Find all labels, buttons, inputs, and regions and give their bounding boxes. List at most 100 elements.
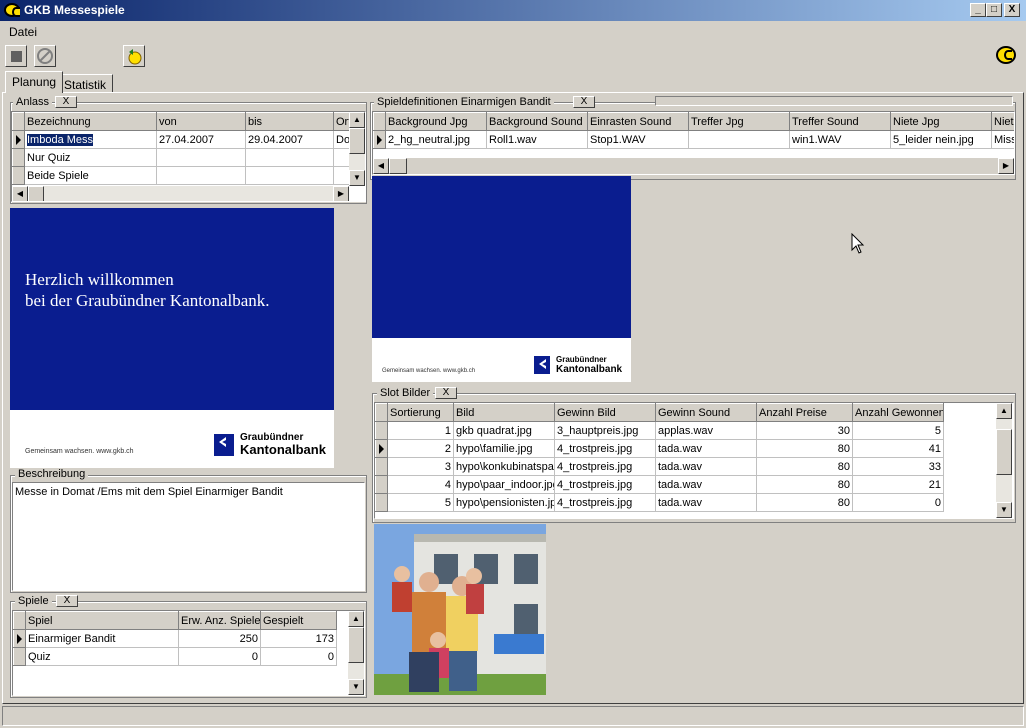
col-niete-jpg[interactable]: Niete Jpg (890, 112, 992, 131)
refresh-button[interactable] (123, 45, 145, 67)
cell-bezeichnung[interactable]: Beide Spiele (24, 166, 157, 185)
row-indicator[interactable] (12, 130, 25, 149)
scroll-down-button[interactable]: ▼ (348, 679, 364, 695)
cell[interactable]: win1.WAV (789, 130, 891, 149)
col-treffer-jpg[interactable]: Treffer Jpg (688, 112, 790, 131)
table-row[interactable]: Beide Spiele (12, 166, 365, 185)
cell-gewinn-sound[interactable]: tada.wav (655, 439, 757, 458)
cell-gewinn-sound[interactable]: tada.wav (655, 493, 757, 512)
col-anzahl-preise[interactable]: Anzahl Preise (756, 403, 853, 422)
col-spiel[interactable]: Spiel (25, 611, 179, 630)
row-indicator[interactable] (375, 475, 388, 494)
anlass-vscroll[interactable]: ▲ ▼ (349, 112, 365, 186)
cell-gespielt[interactable]: 173 (260, 629, 337, 648)
spieldef-close-button[interactable]: X (573, 96, 595, 108)
cell-gewinn-bild[interactable]: 4_trostpreis.jpg (554, 457, 656, 476)
table-row[interactable]: Quiz 0 0 (13, 647, 337, 666)
row-indicator[interactable] (375, 493, 388, 512)
table-row[interactable]: 3 hypo\konkubinatspa 4_trostpreis.jpg ta… (375, 457, 944, 476)
tab-statistik[interactable]: Statistik (57, 74, 114, 94)
cell-von[interactable] (156, 166, 246, 185)
row-indicator[interactable] (375, 421, 388, 440)
table-row[interactable]: 4 hypo\paar_indoor.jpg 4_trostpreis.jpg … (375, 475, 944, 494)
table-row[interactable]: Einarmiger Bandit 250 173 (13, 629, 337, 648)
row-indicator[interactable] (12, 148, 25, 167)
cell-sortierung[interactable]: 5 (387, 493, 454, 512)
row-indicator[interactable] (13, 629, 26, 648)
cell-von[interactable]: 27.04.2007 (156, 130, 246, 149)
cell-gewinn-sound[interactable]: tada.wav (655, 475, 757, 494)
col-bild[interactable]: Bild (453, 403, 555, 422)
col-treffer-sound[interactable]: Treffer Sound (789, 112, 891, 131)
cell-gewinn-sound[interactable]: tada.wav (655, 457, 757, 476)
stop-button[interactable] (5, 45, 27, 67)
cell-bild[interactable]: hypo\pensionisten.jpg (453, 493, 555, 512)
row-indicator[interactable] (13, 647, 26, 666)
cell[interactable]: 2_hg_neutral.jpg (385, 130, 487, 149)
cell-anzahl-gewonnen[interactable]: 21 (852, 475, 944, 494)
minimize-button[interactable]: _ (970, 3, 986, 17)
cell-bis[interactable]: 29.04.2007 (245, 130, 334, 149)
scroll-thumb[interactable] (996, 429, 1012, 475)
cell-erw[interactable]: 0 (178, 647, 261, 666)
cell-anzahl-preise[interactable]: 30 (756, 421, 853, 440)
cell-bis[interactable] (245, 148, 334, 167)
cell-bis[interactable] (245, 166, 334, 185)
scroll-thumb[interactable] (389, 158, 407, 174)
col-anzahl-gewonnen[interactable]: Anzahl Gewonnen (852, 403, 944, 422)
scroll-thumb[interactable] (28, 186, 44, 201)
cell-gewinn-bild[interactable]: 4_trostpreis.jpg (554, 493, 656, 512)
cell-spiel[interactable]: Einarmiger Bandit (25, 629, 179, 648)
cell-anzahl-preise[interactable]: 80 (756, 439, 853, 458)
col-einrasten-sound[interactable]: Einrasten Sound (587, 112, 689, 131)
anlass-hscroll[interactable]: ◀ ▶ (12, 186, 349, 201)
spiele-vscroll[interactable]: ▲ ▼ (348, 611, 364, 695)
col-erw-anz-spiele[interactable]: Erw. Anz. Spiele (178, 611, 261, 630)
cell-sortierung[interactable]: 2 (387, 439, 454, 458)
cell-von[interactable] (156, 148, 246, 167)
col-bis[interactable]: bis (245, 112, 334, 131)
row-indicator[interactable] (12, 166, 25, 185)
scroll-left-button[interactable]: ◀ (373, 158, 389, 174)
col-von[interactable]: von (156, 112, 246, 131)
scroll-down-button[interactable]: ▼ (996, 502, 1012, 518)
cell[interactable] (688, 130, 790, 149)
cell-gewinn-sound[interactable]: applas.wav (655, 421, 757, 440)
scroll-left-button[interactable]: ◀ (12, 186, 28, 201)
cell-bezeichnung[interactable]: Imboda Mess (24, 130, 157, 149)
col-background-sound[interactable]: Background Sound (486, 112, 588, 131)
cell-erw[interactable]: 250 (178, 629, 261, 648)
col-sortierung[interactable]: Sortierung (387, 403, 454, 422)
table-row[interactable]: Nur Quiz (12, 148, 365, 167)
maximize-button[interactable]: □ (986, 3, 1002, 17)
cell-anzahl-preise[interactable]: 80 (756, 493, 853, 512)
menu-datei[interactable]: Datei (9, 25, 37, 39)
col-gewinn-sound[interactable]: Gewinn Sound (655, 403, 757, 422)
cell-bezeichnung[interactable]: Nur Quiz (24, 148, 157, 167)
scroll-right-button[interactable]: ▶ (333, 186, 349, 201)
row-indicator[interactable] (375, 439, 388, 458)
cell-sortierung[interactable]: 3 (387, 457, 454, 476)
cell-spiel[interactable]: Quiz (25, 647, 179, 666)
col-bezeichnung[interactable]: Bezeichnung (24, 112, 157, 131)
cell[interactable]: Stop1.WAV (587, 130, 689, 149)
table-row[interactable]: 2 hypo\familie.jpg 4_trostpreis.jpg tada… (375, 439, 944, 458)
scroll-thumb[interactable] (349, 128, 365, 154)
table-row[interactable]: 2_hg_neutral.jpg Roll1.wav Stop1.WAV win… (373, 130, 1014, 149)
cell-gewinn-bild[interactable]: 4_trostpreis.jpg (554, 475, 656, 494)
col-background-jpg[interactable]: Background Jpg (385, 112, 487, 131)
cell[interactable]: Roll1.wav (486, 130, 588, 149)
splitter-bar[interactable] (655, 96, 1013, 106)
scroll-up-button[interactable]: ▲ (996, 403, 1012, 419)
spieldef-hscroll[interactable]: ◀ ▶ (373, 158, 1014, 174)
beschreibung-textarea[interactable]: Messe in Domat /Ems mit dem Spiel Einarm… (12, 482, 365, 591)
cell-gewinn-bild[interactable]: 4_trostpreis.jpg (554, 439, 656, 458)
cell-anzahl-preise[interactable]: 80 (756, 457, 853, 476)
table-row[interactable]: 5 hypo\pensionisten.jpg 4_trostpreis.jpg… (375, 493, 944, 512)
slot-bilder-close-button[interactable]: X (435, 387, 457, 399)
anlass-close-button[interactable]: X (55, 96, 77, 108)
close-button[interactable]: X (1004, 3, 1020, 17)
spiele-close-button[interactable]: X (56, 595, 78, 607)
cell-bild[interactable]: hypo\paar_indoor.jpg (453, 475, 555, 494)
selected-cell[interactable]: Imboda Mess (25, 132, 95, 147)
